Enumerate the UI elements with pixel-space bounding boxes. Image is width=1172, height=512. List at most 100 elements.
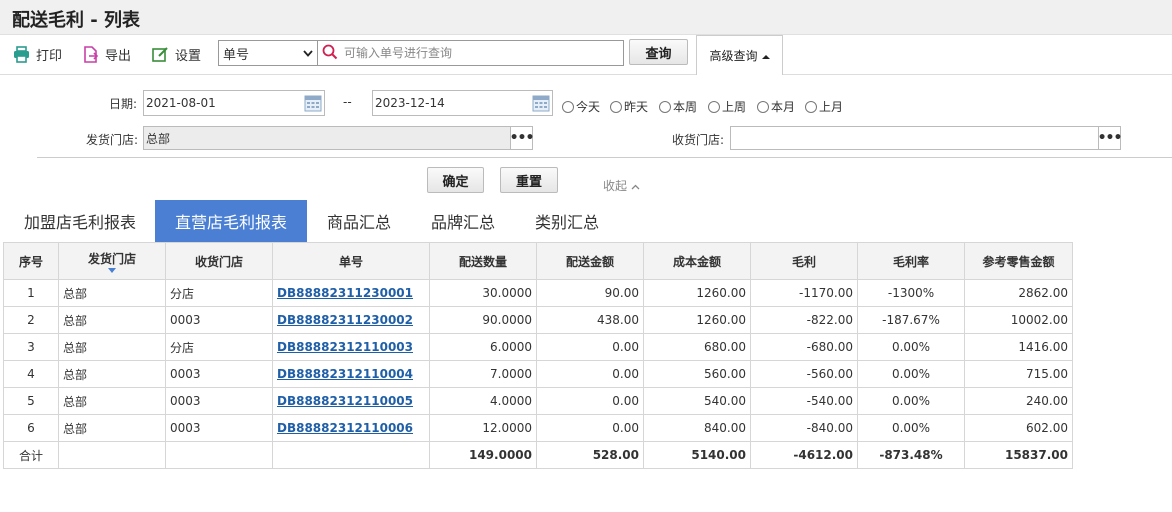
tab-franchise-report[interactable]: 加盟店毛利报表	[10, 200, 150, 242]
cell-amount: 0.00	[536, 360, 644, 388]
cell-recv-store: 分店	[165, 333, 273, 361]
cell-index: 6	[3, 414, 59, 442]
ship-store-field[interactable]: 总部 •••	[143, 126, 534, 150]
page-title: 配送毛利 - 列表	[12, 10, 141, 31]
search-field-select[interactable]: 单号	[218, 40, 318, 66]
table-row[interactable]: 5 总部 0003 DB88882312110005 4.0000 0.00 5…	[3, 387, 1073, 415]
toolbar: 打印 导出 设置 单号 查询 高级查询	[0, 35, 1172, 76]
total-margin: -873.48%	[857, 441, 965, 469]
table-row[interactable]: 2 总部 0003 DB88882311230002 90.0000 438.0…	[3, 306, 1073, 334]
collapse-toggle[interactable]: 收起	[603, 177, 640, 194]
cell-retail: 602.00	[964, 414, 1073, 442]
confirm-button[interactable]: 确定	[427, 167, 484, 193]
quick-date-label: 本月	[771, 100, 796, 114]
search-icon	[322, 44, 338, 63]
total-cell	[272, 441, 430, 469]
filter-divider	[37, 157, 1172, 158]
printer-icon	[13, 45, 30, 63]
cell-ship-store: 总部	[58, 333, 166, 361]
table-row[interactable]: 1 总部 分店 DB88882311230001 30.0000 90.00 1…	[3, 279, 1073, 307]
caret-up-icon	[761, 49, 770, 63]
cell-cost: 840.00	[643, 414, 751, 442]
recv-store-label: 收货门店:	[672, 133, 725, 147]
cell-qty: 6.0000	[429, 333, 537, 361]
export-button[interactable]: 导出	[83, 43, 131, 65]
order-number-link[interactable]: DB88882312110005	[272, 387, 430, 415]
date-from-value: 2021-08-01	[146, 96, 216, 110]
query-button[interactable]: 查询	[629, 39, 688, 65]
column-header[interactable]: 配送金额	[536, 242, 644, 280]
quick-date-last-month[interactable]: 上月	[805, 98, 843, 115]
column-header[interactable]: 成本金额	[643, 242, 751, 280]
order-number-link[interactable]: DB88882312110006	[272, 414, 430, 442]
date-label: 日期:	[109, 97, 138, 111]
column-header[interactable]: 毛利率	[857, 242, 965, 280]
advanced-search-toggle[interactable]: 高级查询	[696, 35, 783, 76]
title-bar: 配送毛利 - 列表	[0, 0, 1172, 35]
table-row[interactable]: 6 总部 0003 DB88882312110006 12.0000 0.00 …	[3, 414, 1073, 442]
table-header-row: 序号 发货门店 收货门店 单号 配送数量 配送金额 成本金额 毛利 毛利率 参考…	[3, 242, 1073, 280]
cell-margin: 0.00%	[857, 333, 965, 361]
order-number-link[interactable]: DB88882311230001	[272, 279, 430, 307]
cell-index: 1	[3, 279, 59, 307]
recv-store-field[interactable]: •••	[730, 126, 1122, 150]
more-icon[interactable]: •••	[510, 127, 534, 149]
print-button[interactable]: 打印	[13, 43, 62, 65]
cell-qty: 90.0000	[429, 306, 537, 334]
cell-recv-store: 0003	[165, 360, 273, 388]
radio-circle	[610, 100, 622, 113]
radio-circle	[805, 100, 817, 113]
radio-circle	[659, 100, 671, 113]
date-from-field[interactable]: 2021-08-01	[143, 90, 325, 116]
quick-date-today[interactable]: 今天	[562, 98, 600, 115]
column-header[interactable]: 毛利	[750, 242, 858, 280]
order-number-link[interactable]: DB88882312110004	[272, 360, 430, 388]
column-header[interactable]: 参考零售金额	[964, 242, 1073, 280]
total-profit: -4612.00	[750, 441, 858, 469]
cell-qty: 4.0000	[429, 387, 537, 415]
recv-store-value	[731, 127, 1098, 149]
cell-amount: 0.00	[536, 333, 644, 361]
column-header[interactable]: 收货门店	[165, 242, 273, 280]
table-row[interactable]: 3 总部 分店 DB88882312110003 6.0000 0.00 680…	[3, 333, 1073, 361]
column-header[interactable]: 配送数量	[429, 242, 537, 280]
cell-retail: 10002.00	[964, 306, 1073, 334]
column-header[interactable]: 序号	[3, 242, 59, 280]
quick-date-this-month[interactable]: 本月	[757, 98, 795, 115]
chevron-down-icon	[299, 49, 317, 57]
settings-button[interactable]: 设置	[152, 43, 201, 65]
report-tabs: 加盟店毛利报表 直营店毛利报表 商品汇总 品牌汇总 类别汇总	[0, 200, 1172, 242]
tab-direct-store-report[interactable]: 直营店毛利报表	[155, 200, 307, 242]
search-box	[318, 40, 624, 66]
total-cell	[165, 441, 273, 469]
collapse-label: 收起	[603, 179, 628, 193]
reset-button[interactable]: 重置	[500, 167, 558, 193]
tab-brand-summary[interactable]: 品牌汇总	[418, 200, 508, 242]
date-to-field[interactable]: 2023-12-14	[372, 90, 553, 116]
settings-label: 设置	[175, 48, 202, 64]
table-row[interactable]: 4 总部 0003 DB88882312110004 7.0000 0.00 5…	[3, 360, 1073, 388]
quick-date-last-week[interactable]: 上周	[708, 98, 746, 115]
column-header[interactable]: 单号	[272, 242, 430, 280]
quick-date-yesterday[interactable]: 昨天	[610, 98, 648, 115]
cell-recv-store: 分店	[165, 279, 273, 307]
order-number-link[interactable]: DB88882311230002	[272, 306, 430, 334]
tab-product-summary[interactable]: 商品汇总	[313, 200, 405, 242]
cell-cost: 560.00	[643, 360, 751, 388]
more-icon[interactable]: •••	[1098, 127, 1122, 149]
total-amount: 528.00	[536, 441, 644, 469]
cell-profit: -540.00	[750, 387, 858, 415]
cell-margin: 0.00%	[857, 387, 965, 415]
cell-ship-store: 总部	[58, 387, 166, 415]
total-qty: 149.0000	[429, 441, 537, 469]
cell-cost: 680.00	[643, 333, 751, 361]
ship-store-label: 发货门店:	[86, 133, 139, 147]
search-input[interactable]	[342, 42, 623, 64]
order-number-link[interactable]: DB88882312110003	[272, 333, 430, 361]
calendar-icon[interactable]	[530, 92, 552, 114]
total-label: 合计	[3, 441, 59, 469]
column-header-ship-store[interactable]: 发货门店	[58, 242, 166, 280]
calendar-icon[interactable]	[302, 92, 324, 114]
tab-category-summary[interactable]: 类别汇总	[521, 200, 613, 242]
quick-date-this-week[interactable]: 本周	[659, 98, 697, 115]
